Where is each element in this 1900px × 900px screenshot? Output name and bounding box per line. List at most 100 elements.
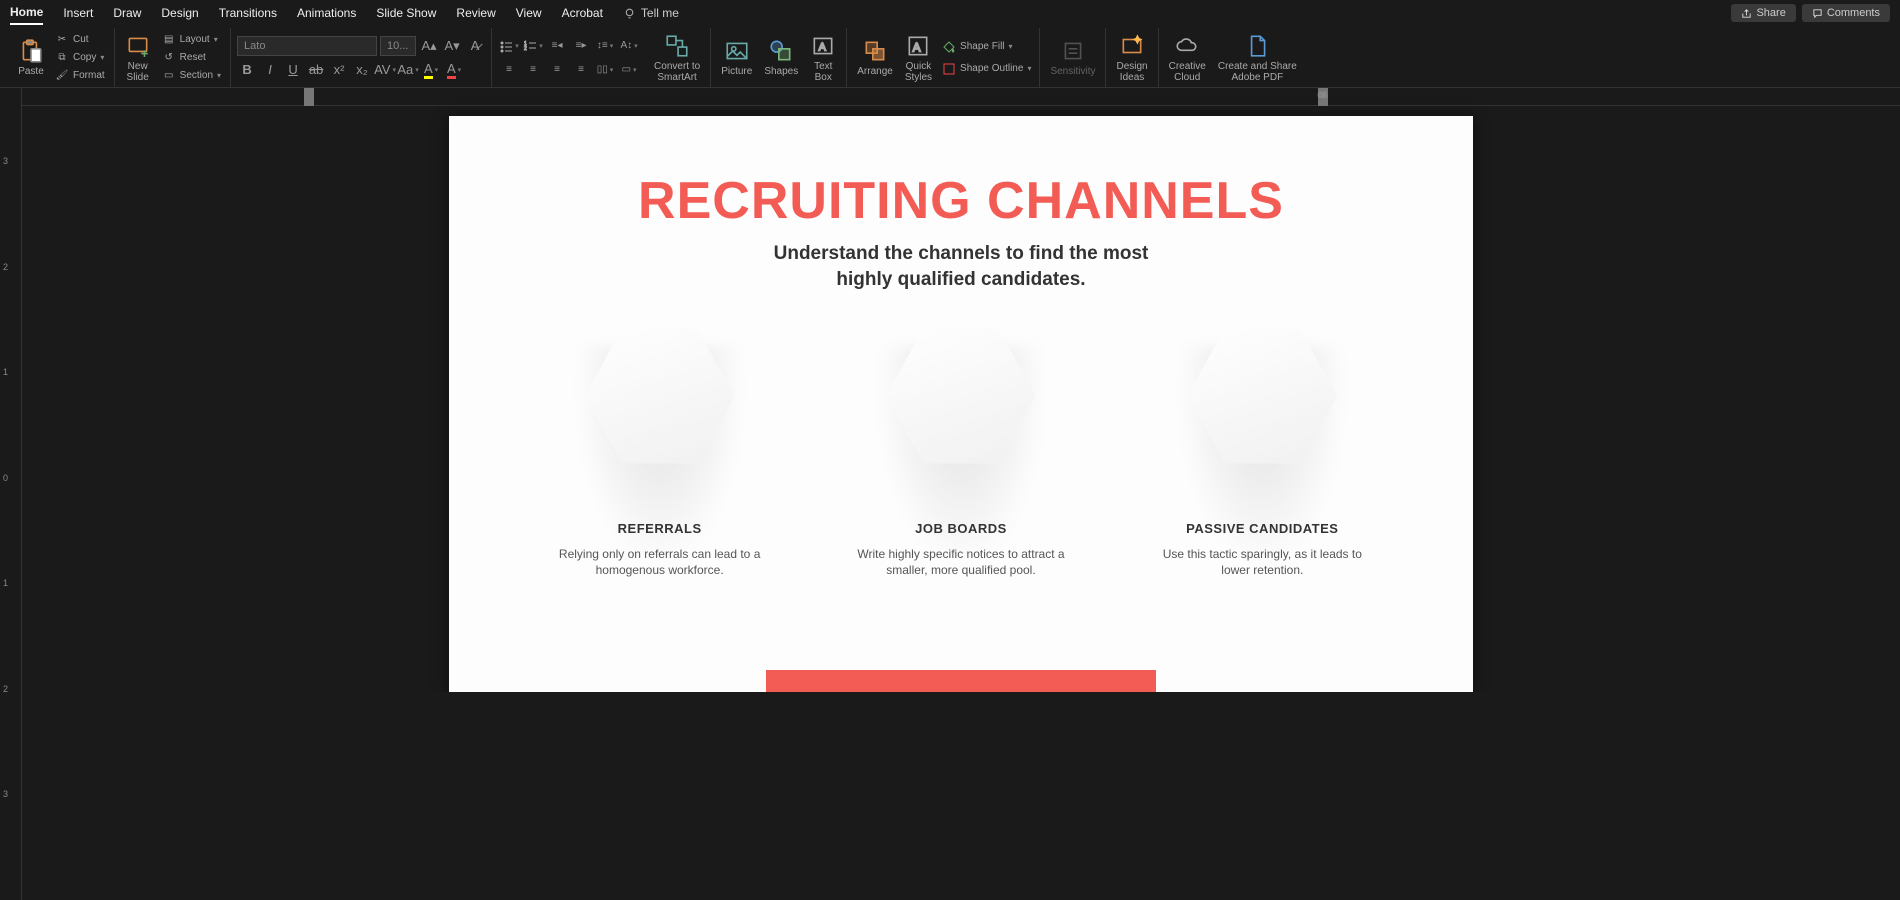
text-direction-button[interactable]: A↕ (618, 36, 640, 56)
comments-button[interactable]: Comments (1802, 4, 1890, 22)
slide-subtitle[interactable]: Understand the channels to find the most… (449, 241, 1473, 292)
arrange-button[interactable]: Arrange (853, 36, 897, 79)
tab-transitions[interactable]: Transitions (219, 2, 277, 24)
new-slide-button[interactable]: New Slide (121, 31, 155, 85)
justify-button[interactable]: ≡ (570, 60, 592, 80)
ruler-v-tick: 0 (3, 473, 8, 483)
accent-bar (766, 670, 1156, 692)
copy-icon: ⧉ (55, 51, 69, 65)
shape-fill-label: Shape Fill (960, 41, 1004, 52)
vertical-ruler: 3 2 1 0 1 2 3 (0, 88, 22, 900)
shapes-button[interactable]: Shapes (760, 36, 802, 79)
ruler-stop-right: 6 5 4 3 2 1 0 1 2 3 4 5 6 (1318, 88, 1328, 106)
share-icon (1741, 8, 1752, 19)
insert-group: Picture Shapes A Text Box (711, 28, 847, 87)
cut-button[interactable]: ✂Cut (52, 32, 108, 48)
tab-view[interactable]: View (516, 2, 542, 24)
design-ideas-label: Design Ideas (1116, 61, 1147, 83)
char-spacing-button[interactable]: AV (375, 60, 395, 80)
tab-animations[interactable]: Animations (297, 2, 356, 24)
channel-jobboards[interactable]: JOB BOARDS Write highly specific notices… (821, 321, 1101, 601)
creative-cloud-button[interactable]: Creative Cloud (1165, 31, 1210, 85)
align-left-button[interactable]: ≡ (498, 60, 520, 80)
ruler-v-tick: 1 (3, 367, 8, 377)
italic-button[interactable]: I (260, 60, 280, 80)
adobe-pdf-button[interactable]: Create and Share Adobe PDF (1214, 31, 1301, 85)
align-right-button[interactable]: ≡ (546, 60, 568, 80)
line-spacing-button[interactable]: ↕≡ (594, 36, 616, 56)
design-ideas-icon (1119, 33, 1145, 59)
menubar-tabs: Home Insert Draw Design Transitions Anim… (10, 1, 679, 25)
clear-format-button[interactable]: A̷ (465, 36, 485, 56)
font-size-input[interactable] (380, 36, 416, 56)
design-ideas-button[interactable]: Design Ideas (1112, 31, 1151, 85)
font-color-button[interactable]: A (444, 60, 464, 80)
creative-cloud-label: Creative Cloud (1169, 61, 1206, 83)
tab-acrobat[interactable]: Acrobat (562, 2, 603, 24)
reset-label: Reset (180, 52, 206, 63)
bullets-button[interactable] (498, 36, 520, 56)
comments-label: Comments (1827, 7, 1880, 19)
shape-outline-button[interactable]: Shape Outline▾ (940, 61, 1033, 77)
font-name-input[interactable] (237, 36, 377, 56)
format-painter-button[interactable]: 🖌Format (52, 68, 108, 84)
tab-home[interactable]: Home (10, 1, 43, 25)
svg-text:A: A (913, 40, 921, 54)
tab-design[interactable]: Design (161, 2, 198, 24)
numbering-button[interactable]: 12 (522, 36, 544, 56)
increase-indent-button[interactable]: ≡▸ (570, 36, 592, 56)
arrange-label: Arrange (857, 66, 893, 77)
ruler-v-tick: 2 (3, 262, 8, 272)
convert-smartart-button[interactable]: Convert to SmartArt (650, 31, 704, 85)
slide[interactable]: RECRUITING CHANNELS Understand the chann… (449, 116, 1473, 692)
highlight-button[interactable]: A (421, 60, 441, 80)
workspace: 3 2 1 0 1 2 3 6 5 4 3 2 1 0 1 2 3 4 5 6 … (0, 88, 1900, 900)
align-text-button[interactable]: ▭ (618, 60, 640, 80)
share-button[interactable]: Share (1731, 4, 1795, 22)
cut-label: Cut (73, 34, 89, 45)
subscript-button[interactable]: x₂ (352, 60, 372, 80)
sensitivity-button[interactable]: Sensitivity (1046, 36, 1099, 79)
shape-fill-button[interactable]: Shape Fill▾ (940, 39, 1033, 55)
smartart-icon (664, 33, 690, 59)
reset-icon: ↺ (162, 51, 176, 65)
align-center-button[interactable]: ≡ (522, 60, 544, 80)
ruler-v-tick: 3 (3, 789, 8, 799)
creative-cloud-icon (1174, 33, 1200, 59)
canvas-area[interactable]: RECRUITING CHANNELS Understand the chann… (22, 88, 1900, 692)
decrease-indent-button[interactable]: ≡◂ (546, 36, 568, 56)
superscript-button[interactable]: x² (329, 60, 349, 80)
horizontal-ruler: 6 5 4 3 2 1 0 1 2 3 4 5 6 RECRUITING CHA… (22, 88, 1900, 106)
tab-slideshow[interactable]: Slide Show (376, 2, 436, 24)
tell-me[interactable]: Tell me (623, 6, 679, 20)
increase-font-button[interactable]: A▴ (419, 36, 439, 56)
strike-button[interactable]: ab (306, 60, 326, 80)
quick-styles-button[interactable]: A Quick Styles (901, 31, 936, 85)
columns-button[interactable]: ▯▯ (594, 60, 616, 80)
paste-button[interactable]: Paste (14, 36, 48, 79)
bold-button[interactable]: B (237, 60, 257, 80)
tab-review[interactable]: Review (456, 2, 495, 24)
layout-button[interactable]: ▤Layout▾ (159, 32, 224, 48)
tab-draw[interactable]: Draw (113, 2, 141, 24)
paste-label: Paste (18, 66, 44, 77)
tab-insert[interactable]: Insert (63, 2, 93, 24)
textbox-button[interactable]: A Text Box (806, 31, 840, 85)
reset-button[interactable]: ↺ Reset (159, 50, 224, 66)
copy-button[interactable]: ⧉Copy▾ (52, 50, 108, 66)
channel-title: JOB BOARDS (821, 521, 1101, 536)
channel-referrals[interactable]: REFERRALS Relying only on referrals can … (520, 321, 800, 601)
underline-button[interactable]: U (283, 60, 303, 80)
channel-passive[interactable]: PASSIVE CANDIDATES Use this tactic spari… (1122, 321, 1402, 601)
designer-group: Design Ideas (1106, 28, 1158, 87)
svg-text:2: 2 (524, 46, 527, 52)
comment-icon (1812, 8, 1823, 19)
arrange-group: Arrange A Quick Styles Shape Fill▾ Shape… (847, 28, 1040, 87)
brush-icon: 🖌 (55, 69, 69, 83)
ruler-v-tick: 2 (3, 684, 8, 694)
picture-button[interactable]: Picture (717, 36, 756, 79)
decrease-font-button[interactable]: A▾ (442, 36, 462, 56)
change-case-button[interactable]: Aa (398, 60, 418, 80)
section-button[interactable]: ▭Section▾ (159, 68, 224, 84)
slide-title[interactable]: RECRUITING CHANNELS (449, 171, 1473, 231)
